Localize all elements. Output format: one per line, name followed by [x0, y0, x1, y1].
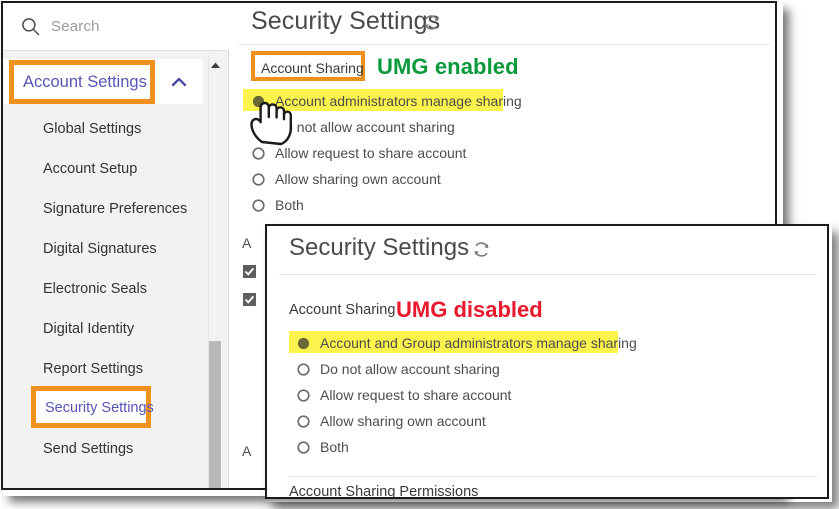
radio-label: Both — [275, 197, 304, 213]
checkbox-icon[interactable] — [243, 293, 256, 311]
highlight-account-settings-label: Account Settings — [23, 73, 147, 91]
search-icon — [21, 17, 40, 36]
radio-option-both[interactable]: Both — [251, 192, 522, 218]
sidebar-item-label: Signature Preferences — [43, 201, 188, 217]
radio-unselected-icon — [251, 146, 266, 161]
sidebar: Search Account Settings Global Settings … — [3, 3, 229, 488]
front-account-sharing-label: Account Sharing — [289, 302, 396, 318]
front-radio-group: Account and Group administrators manage … — [296, 330, 637, 460]
sidebar-item-label: Electronic Seals — [43, 281, 147, 297]
radio-unselected-icon — [296, 414, 311, 429]
obscured-text-top: A — [242, 235, 252, 251]
annotation-umg-disabled: UMG disabled — [396, 297, 543, 322]
radio-label: Account administrators manage sharing — [275, 93, 522, 109]
sidebar-item-label: Send Settings — [43, 441, 134, 457]
radio-unselected-icon — [296, 388, 311, 403]
account-sharing-label: Account Sharing — [261, 60, 364, 76]
radio-selected-icon — [251, 94, 266, 109]
sidebar-item-send-settings[interactable]: Send Settings — [3, 429, 203, 469]
refresh-icon[interactable] — [422, 13, 441, 32]
radio-label: Do not allow account sharing — [320, 361, 500, 377]
front-header-divider — [279, 274, 817, 275]
radio-unselected-icon — [251, 120, 266, 135]
radio-label: Do not allow account sharing — [275, 119, 455, 135]
radio-unselected-icon — [296, 362, 311, 377]
scroll-up-arrow-icon[interactable] — [210, 58, 221, 69]
search-input[interactable]: Search — [3, 3, 229, 51]
radio-option-allow-sharing-own-account[interactable]: Allow sharing own account — [251, 166, 522, 192]
radio-option-allow-sharing-own-account[interactable]: Allow sharing own account — [296, 408, 637, 434]
sidebar-item-digital-identity[interactable]: Digital Identity — [3, 309, 203, 349]
header-divider — [239, 44, 769, 45]
chevron-up-icon[interactable] — [169, 72, 189, 92]
radio-label: Allow sharing own account — [275, 171, 441, 187]
radio-unselected-icon — [251, 172, 266, 187]
sidebar-item-label: Digital Identity — [43, 321, 135, 337]
refresh-icon[interactable] — [472, 240, 491, 259]
sidebar-item-global-settings[interactable]: Global Settings — [3, 109, 203, 149]
radio-option-do-not-allow-account-sharing[interactable]: Do not allow account sharing — [296, 356, 637, 382]
radio-label: Allow request to share account — [320, 387, 512, 403]
sidebar-item-signature-preferences[interactable]: Signature Preferences — [3, 189, 203, 229]
sidebar-item-label: Global Settings — [43, 121, 142, 137]
back-radio-group: Account administrators manage sharing Do… — [251, 88, 522, 218]
front-page-title: Security Settings — [289, 234, 470, 261]
search-placeholder: Search — [51, 18, 100, 35]
front-window-umg-disabled: Security Settings Account Sharing UMG di… — [265, 224, 829, 499]
front-section-divider — [289, 476, 817, 477]
radio-label: Both — [320, 439, 349, 455]
sidebar-item-digital-signatures[interactable]: Digital Signatures — [3, 229, 203, 269]
obscured-checkbox-group — [243, 265, 256, 321]
radio-selected-icon — [296, 336, 311, 351]
sidebar-item-electronic-seals[interactable]: Electronic Seals — [3, 269, 203, 309]
radio-option-both[interactable]: Both — [296, 434, 637, 460]
radio-option-allow-request-to-share-account[interactable]: Allow request to share account — [296, 382, 637, 408]
highlight-box-account-sharing: Account Sharing — [251, 51, 365, 81]
radio-option-account-and-group-administrators-manage-sharing[interactable]: Account and Group administrators manage … — [296, 330, 637, 356]
radio-option-allow-request-to-share-account[interactable]: Allow request to share account — [251, 140, 522, 166]
sidebar-item-label: Report Settings — [43, 361, 143, 377]
sidebar-item-label: Account Setup — [43, 161, 138, 177]
annotation-umg-enabled: UMG enabled — [377, 54, 519, 79]
radio-option-account-administrators-manage-sharing[interactable]: Account administrators manage sharing — [251, 88, 522, 114]
sidebar-item-label: Digital Signatures — [43, 241, 157, 257]
highlight-box-security-settings: Security Settings — [31, 386, 154, 428]
account-sharing-permissions-label: Account Sharing Permissions — [289, 484, 479, 499]
highlight-box-account-settings: Account Settings — [9, 60, 155, 104]
radio-option-do-not-allow-account-sharing[interactable]: Do not allow account sharing — [251, 114, 522, 140]
radio-label: Account and Group administrators manage … — [320, 335, 637, 351]
radio-unselected-icon — [296, 440, 311, 455]
checkbox-icon[interactable] — [243, 265, 256, 283]
sidebar-item-account-setup[interactable]: Account Setup — [3, 149, 203, 189]
sidebar-item-report-settings[interactable]: Report Settings — [3, 349, 203, 389]
screenshot-stage: Search Account Settings Global Settings … — [0, 0, 839, 509]
obscured-text-bottom: A — [242, 443, 252, 459]
page-title: Security Settings — [251, 7, 441, 35]
radio-unselected-icon — [251, 198, 266, 213]
radio-label: Allow sharing own account — [320, 413, 486, 429]
highlight-security-settings-label: Security Settings — [45, 400, 154, 416]
sidebar-scrollbar-thumb[interactable] — [209, 341, 221, 488]
radio-label: Allow request to share account — [275, 145, 467, 161]
